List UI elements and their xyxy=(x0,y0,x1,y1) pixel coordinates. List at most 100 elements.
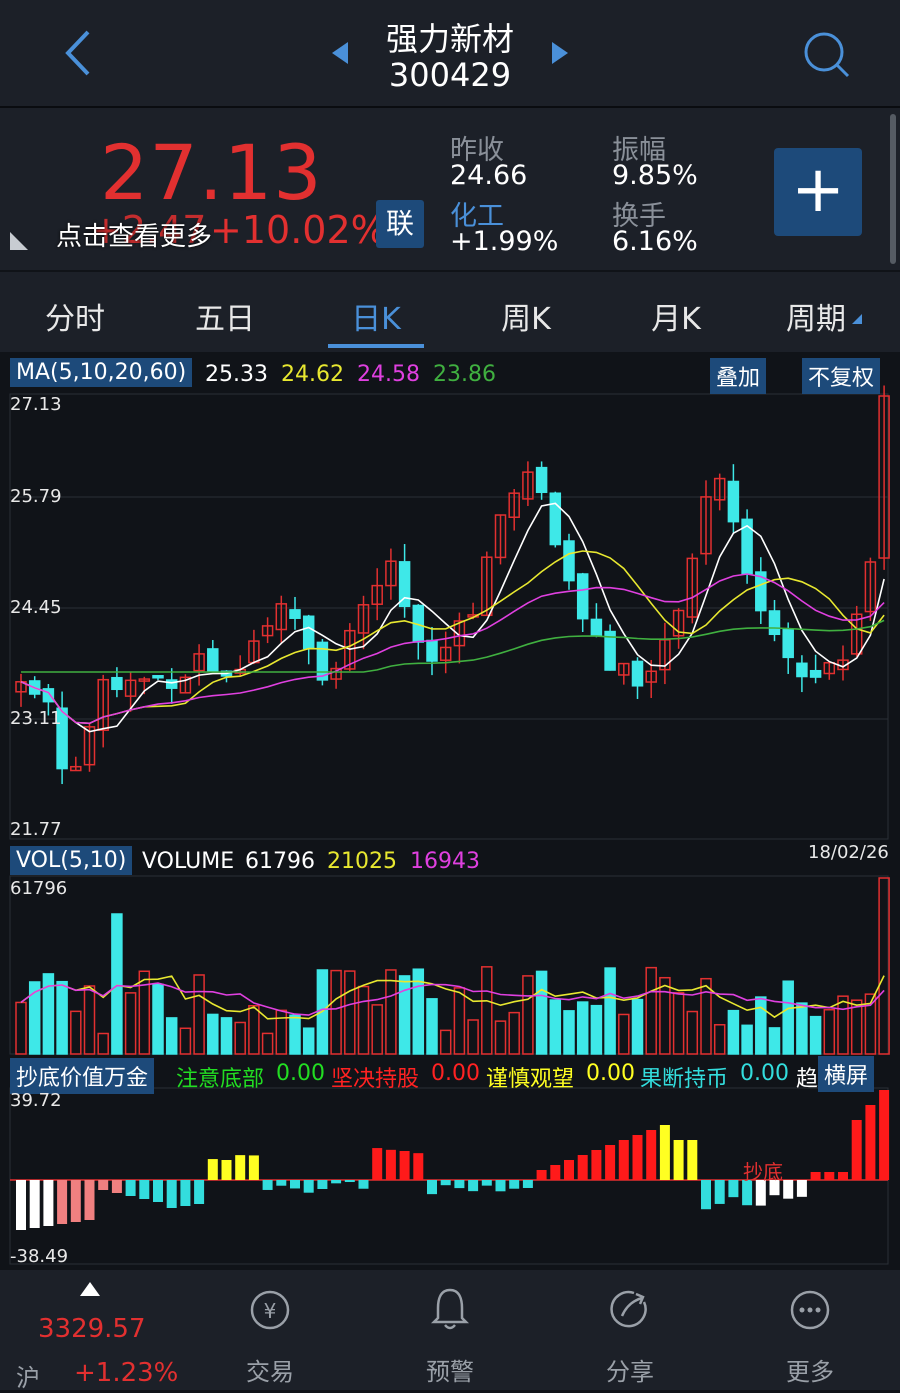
volume-bar xyxy=(275,1009,288,1055)
indicator-bar xyxy=(454,1180,465,1189)
indicator-bar xyxy=(385,1149,396,1180)
back-arrow-icon[interactable] xyxy=(58,28,98,78)
more-info-overlay[interactable]: 点击查看更多 xyxy=(56,216,212,253)
volume-bar xyxy=(207,1013,219,1055)
chart-area[interactable]: MA(5,10,20,60) 25.33 24.62 24.58 23.86 叠… xyxy=(0,352,900,1267)
indicator-bar xyxy=(43,1180,54,1226)
volume-bar xyxy=(618,1013,630,1055)
volume-value: 61796 xyxy=(245,849,315,874)
volume-bar xyxy=(385,969,397,1055)
volume-bar xyxy=(782,980,794,1055)
indicator-bar xyxy=(317,1180,328,1189)
corner-triangle-icon xyxy=(10,232,28,250)
y-tick: 21.77 xyxy=(10,819,62,840)
tab-monthly-k[interactable]: 月K xyxy=(616,294,736,338)
stock-name: 强力新材 xyxy=(385,20,514,58)
index-value[interactable]: 3329.57 xyxy=(38,1314,146,1344)
indicator-bar xyxy=(29,1180,40,1228)
indicator-bar xyxy=(481,1180,492,1186)
vol-label[interactable]: VOL(5,10) xyxy=(10,846,133,875)
turnover-value: 6.16% xyxy=(612,226,698,257)
search-icon[interactable] xyxy=(800,30,852,82)
indicator-bar xyxy=(153,1180,163,1202)
volume-bar xyxy=(755,996,767,1055)
indicator-bar xyxy=(468,1180,479,1192)
volume-bar xyxy=(56,980,68,1055)
volume-bar xyxy=(659,976,671,1055)
indicator-bar xyxy=(331,1180,342,1184)
adjust-button[interactable]: 不复权 xyxy=(802,358,881,394)
indicator-bar xyxy=(248,1155,259,1180)
indicator-bar xyxy=(207,1159,218,1180)
volume-bar xyxy=(15,1001,27,1055)
volume-bar xyxy=(371,1004,383,1055)
indicator-bar xyxy=(564,1160,574,1180)
candle-body xyxy=(809,669,822,678)
volume-bar xyxy=(604,967,616,1055)
candle-body xyxy=(207,648,219,673)
vol-ma10-line xyxy=(20,982,885,1016)
industry-change: +1.99% xyxy=(450,226,559,257)
indicator-label[interactable]: 抄底价值万金 xyxy=(10,1058,155,1094)
volume-bar xyxy=(330,969,342,1055)
volume-bar xyxy=(248,1005,260,1055)
tab-weekly-k[interactable]: 周K xyxy=(466,294,586,338)
ma-label[interactable]: MA(5,10,20,60) xyxy=(10,358,193,387)
tab-intraday[interactable]: 分时 xyxy=(15,294,135,338)
candle-body xyxy=(782,628,794,659)
lian-badge[interactable]: 联 xyxy=(376,200,424,248)
volume-bar xyxy=(344,970,356,1055)
candle-body xyxy=(576,573,589,620)
nav-alert[interactable]: 预警 xyxy=(390,1270,510,1390)
indicator-bar xyxy=(632,1135,643,1180)
nav-label: 更多 xyxy=(786,1358,834,1386)
volume-bar xyxy=(700,977,712,1055)
volume-bar xyxy=(850,999,863,1055)
period-tabs: 分时 五日 日K 周K 月K 周期 xyxy=(0,272,900,352)
volume-bar xyxy=(590,1004,603,1055)
volume-bar xyxy=(261,1032,274,1055)
indicator-bar xyxy=(303,1180,314,1193)
volume-bar xyxy=(494,1020,507,1055)
volume-bar xyxy=(809,1015,822,1055)
scrollbar[interactable] xyxy=(890,114,896,264)
indicator-item-value: 0.00 xyxy=(586,1061,635,1086)
bottom-nav: 3329.57 沪 +1.23% ¥ 交易 预警 分享 更多 xyxy=(0,1270,900,1392)
volume-bar xyxy=(768,1027,781,1055)
volume-bar xyxy=(823,1008,836,1055)
volume-bar xyxy=(796,1002,808,1055)
indicator-bar xyxy=(16,1180,26,1230)
indicator-bar xyxy=(70,1180,81,1222)
volume-bar xyxy=(535,970,548,1055)
svg-text:¥: ¥ xyxy=(264,1299,277,1323)
volume-bar xyxy=(837,995,849,1055)
indicator-bar xyxy=(728,1180,739,1198)
volume-bar xyxy=(467,1019,479,1055)
indicator-bar xyxy=(851,1120,862,1180)
volume-bar xyxy=(481,966,493,1055)
candle-body xyxy=(631,660,644,687)
volume-bar xyxy=(508,1011,520,1055)
overlay-button[interactable]: 叠加 xyxy=(710,358,767,394)
nav-share[interactable]: 分享 xyxy=(570,1270,690,1390)
stock-code: 300429 xyxy=(388,56,512,94)
share-icon xyxy=(610,1290,647,1328)
prev-stock-icon[interactable] xyxy=(330,40,350,66)
indicator-item-name: 注意底部 xyxy=(176,1067,265,1092)
indicator-bar xyxy=(577,1155,588,1180)
candle-body xyxy=(426,639,438,662)
current-price: 27.13 xyxy=(100,128,323,217)
next-stock-icon[interactable] xyxy=(550,40,570,66)
volume-bar xyxy=(193,974,205,1055)
nav-trade[interactable]: ¥ 交易 xyxy=(210,1270,330,1390)
candle-body xyxy=(289,609,301,619)
indicator-bar xyxy=(865,1105,876,1180)
add-watchlist-button[interactable]: + xyxy=(774,148,862,236)
landscape-button[interactable]: 横屏 xyxy=(818,1056,875,1092)
vol-top-tick: 61796 xyxy=(10,878,68,899)
tab-daily-k[interactable]: 日K xyxy=(316,294,436,338)
volume-bar xyxy=(522,975,534,1055)
tab-five-day[interactable]: 五日 xyxy=(165,294,285,338)
indicator-item-name: 谨慎观望 xyxy=(486,1067,575,1092)
nav-more[interactable]: 更多 xyxy=(750,1270,870,1390)
